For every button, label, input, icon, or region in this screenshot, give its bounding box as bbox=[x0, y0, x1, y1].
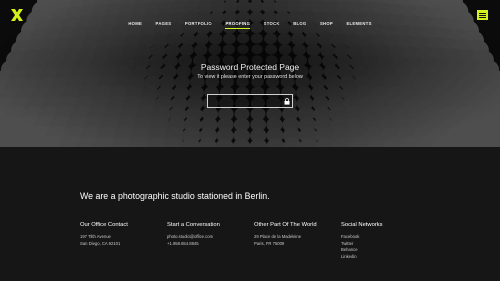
footer-column-social: Social Networks Facebook Twitter Behance… bbox=[341, 222, 421, 260]
column-title: Social Networks bbox=[341, 222, 383, 228]
email-link[interactable]: photo.studio@office.com bbox=[167, 234, 247, 241]
lock-icon[interactable] bbox=[284, 98, 290, 105]
nav-item-pages[interactable]: PAGES bbox=[156, 21, 172, 26]
nav-item-shop[interactable]: SHOP bbox=[320, 21, 333, 26]
page: HOME PAGES PORTFOLIO PROOFING STOCK BLOG… bbox=[0, 0, 500, 281]
phone-link[interactable]: +1.958.654.8845 bbox=[167, 241, 247, 248]
hero-section: HOME PAGES PORTFOLIO PROOFING STOCK BLOG… bbox=[0, 0, 500, 147]
address-line: 197 Tilth Avenue bbox=[80, 234, 111, 239]
footer-column-conversation: Start a Conversation photo.studio@office… bbox=[167, 222, 247, 247]
nav-item-stock[interactable]: STOCK bbox=[264, 21, 280, 26]
column-title: Start a Conversation bbox=[167, 222, 220, 228]
footer-column-office: Our Office Contact 197 Tilth Avenue San … bbox=[80, 222, 160, 247]
password-input[interactable] bbox=[211, 97, 283, 108]
column-title: Other Part Of The World bbox=[254, 222, 317, 228]
hamburger-icon-line bbox=[479, 17, 486, 18]
nav-item-blog[interactable]: BLOG bbox=[293, 21, 306, 26]
social-link-facebook[interactable]: Facebook bbox=[341, 234, 421, 241]
password-form bbox=[207, 94, 293, 108]
password-page-subtitle: To view it please enter your password be… bbox=[197, 74, 303, 80]
column-title: Our Office Contact bbox=[80, 222, 128, 228]
footer: We are a photographic studio stationed i… bbox=[0, 147, 500, 281]
footer-tagline: We are a photographic studio stationed i… bbox=[80, 191, 270, 201]
nav-item-elements[interactable]: ELEMENTS bbox=[346, 21, 371, 26]
nav-item-home[interactable]: HOME bbox=[128, 21, 142, 26]
nav-item-proofing[interactable]: PROOFING bbox=[225, 21, 250, 29]
footer-column-world: Other Part Of The World 29 Place de la M… bbox=[254, 222, 334, 247]
main-nav: HOME PAGES PORTFOLIO PROOFING STOCK BLOG… bbox=[0, 12, 500, 30]
social-link-linkedin[interactable]: Linkedin bbox=[341, 254, 421, 261]
hamburger-icon-line bbox=[479, 15, 486, 16]
address-line: 29 Place de la Madeleine bbox=[254, 234, 302, 239]
nav-item-portfolio[interactable]: PORTFOLIO bbox=[185, 21, 212, 26]
social-link-behance[interactable]: Behance bbox=[341, 247, 421, 254]
social-link-twitter[interactable]: Twitter bbox=[341, 241, 421, 248]
hamburger-menu-button[interactable] bbox=[477, 10, 488, 20]
hamburger-icon bbox=[479, 13, 486, 14]
address-line: Paris, FR 75009 bbox=[254, 240, 285, 246]
password-page-title: Password Protected Page bbox=[200, 62, 300, 72]
address-line: San Diego, CA 92101 bbox=[80, 240, 121, 246]
